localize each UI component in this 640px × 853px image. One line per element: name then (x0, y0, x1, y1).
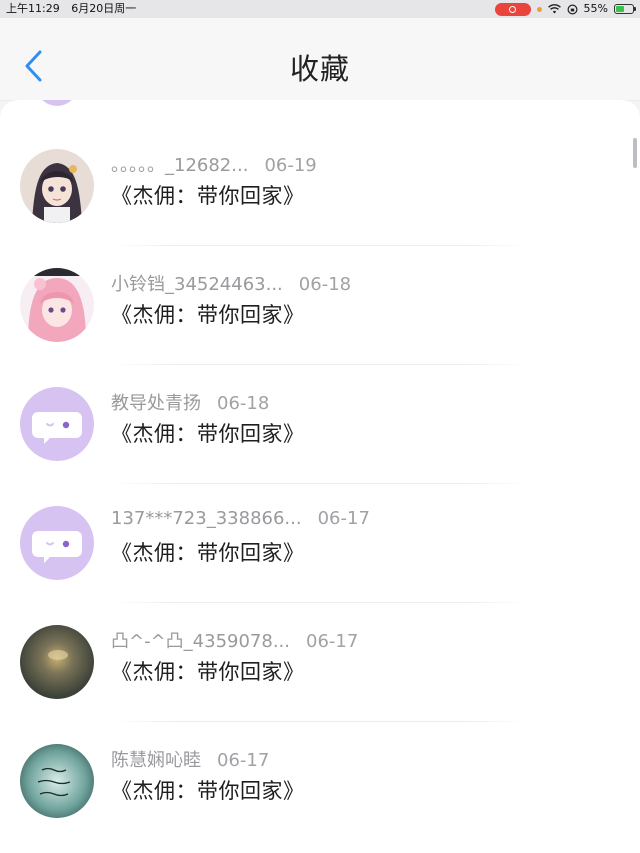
divider (112, 721, 528, 722)
avatar (20, 149, 94, 223)
item-meta: 陈慧娴吣睦 06-17 (111, 746, 269, 772)
divider (112, 245, 528, 246)
item-message: 《杰佣：带你回家》 (111, 422, 305, 446)
item-meta: 凸^-^凸_4359078... 06-17 (111, 627, 358, 653)
item-date: 06-17 (317, 508, 370, 529)
divider (112, 602, 528, 603)
status-time: 上午11:29 (6, 2, 60, 15)
item-date: 06-18 (217, 393, 270, 414)
sender-name: 陈慧娴吣睦 (111, 750, 201, 771)
item-message: 《杰佣：带你回家》 (111, 184, 305, 208)
item-message: 《杰佣：带你回家》 (111, 541, 305, 565)
chat-bubble-icon (20, 387, 94, 461)
wifi-icon (547, 4, 561, 14)
avatar (20, 506, 94, 580)
navigation-bar: 收藏 (0, 18, 640, 101)
item-message: 《杰佣：带你回家》 (111, 779, 305, 803)
item-date: 06-17 (217, 750, 270, 771)
divider (112, 483, 528, 484)
list-item[interactable]: 陈慧娴吣睦 06-17 《杰佣：带你回家》 (0, 723, 640, 841)
status-date: 6月20日周一 (71, 2, 137, 15)
list-item[interactable]: 小铃铛_34524463... 06-18 《杰佣：带你回家》 (0, 247, 640, 365)
page-title: 收藏 (289, 52, 350, 86)
item-message: 《杰佣：带你回家》 (111, 660, 305, 684)
list-item[interactable]: 。。。。。_12682... 06-19 《杰佣：带你回家》 (0, 128, 640, 246)
divider (112, 364, 528, 365)
avatar (20, 744, 94, 818)
item-message: 《杰佣：带你回家》 (111, 303, 305, 327)
avatar (36, 100, 78, 106)
list-item[interactable]: 教导处青扬 06-18 《杰佣：带你回家》 (0, 366, 640, 484)
item-meta: 137***723_338866... 06-17 (111, 508, 370, 529)
sender-name: 凸^-^凸_4359078... (111, 631, 290, 652)
battery-percent: 55% (583, 2, 608, 15)
favorites-list[interactable]: 。。。。。_12682... 06-19 《杰佣：带你回家》 小铃铛_345244… (0, 100, 640, 853)
item-meta: 教导处青扬 06-18 (111, 389, 269, 415)
orientation-lock-icon (567, 3, 578, 15)
list-item[interactable]: 凸^-^凸_4359078... 06-17 《杰佣：带你回家》 (0, 604, 640, 722)
sender-name: 小铃铛_34524463... (111, 274, 283, 295)
status-bar: 上午11:29 6月20日周一 55% (0, 0, 640, 18)
item-date: 06-17 (306, 631, 359, 652)
list-item[interactable]: 137***723_338866... 06-17 《杰佣：带你回家》 (0, 485, 640, 603)
avatar (20, 387, 94, 461)
avatar (20, 625, 94, 699)
avatar (20, 268, 94, 342)
item-meta: 。。。。。_12682... 06-19 (111, 151, 317, 177)
sender-name: 教导处青扬 (111, 393, 201, 414)
battery-icon (614, 4, 636, 14)
item-date: 06-18 (298, 274, 352, 295)
sender-name: 。。。。。_12682... (111, 155, 249, 176)
sender-name: 137***723_338866... (111, 508, 302, 529)
mic-indicator-icon (536, 6, 542, 12)
item-date: 06-19 (264, 155, 317, 176)
chat-bubble-icon (20, 506, 94, 580)
item-meta: 小铃铛_34524463... 06-18 (111, 270, 351, 296)
screen-record-icon[interactable] (494, 2, 531, 16)
